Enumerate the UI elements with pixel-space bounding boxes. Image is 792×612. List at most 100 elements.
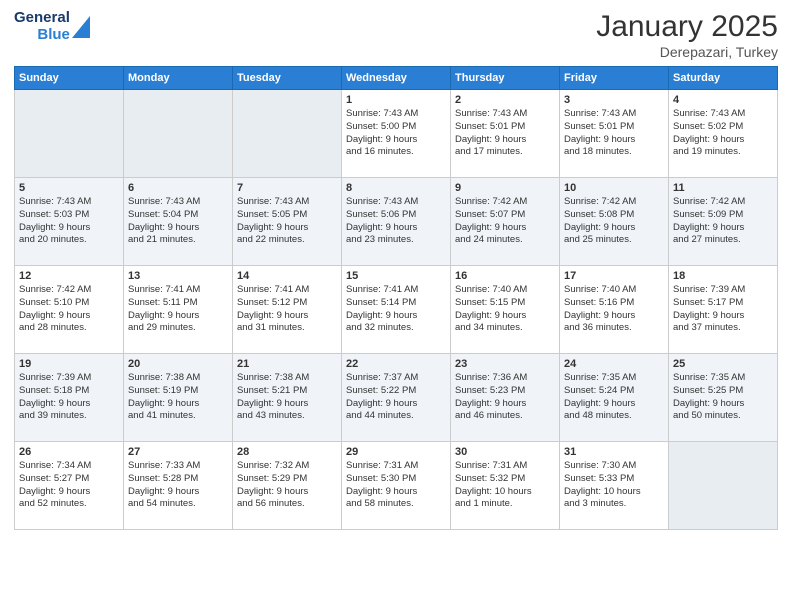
cell-text: and 37 minutes. [673,322,773,335]
cell-text: and 50 minutes. [673,410,773,423]
col-friday: Friday [560,67,669,90]
cell-text: Sunrise: 7:43 AM [346,196,446,209]
calendar-cell: 25Sunrise: 7:35 AMSunset: 5:25 PMDayligh… [669,354,778,442]
cell-text: and 24 minutes. [455,234,555,247]
cell-text: Daylight: 10 hours [455,486,555,499]
cell-text: Daylight: 9 hours [673,134,773,147]
cell-text: Daylight: 9 hours [673,398,773,411]
day-number: 6 [128,182,228,194]
month-year: January 2025 [596,10,778,44]
cell-text: Sunrise: 7:43 AM [564,108,664,121]
cell-text: Sunset: 5:17 PM [673,297,773,310]
cell-text: Daylight: 9 hours [673,222,773,235]
cell-text: and 39 minutes. [19,410,119,423]
header: General Blue January 2025 Derepazari, Tu… [14,10,778,60]
calendar-cell: 13Sunrise: 7:41 AMSunset: 5:11 PMDayligh… [124,266,233,354]
calendar-header-row: Sunday Monday Tuesday Wednesday Thursday… [15,67,778,90]
cell-text: Daylight: 9 hours [19,398,119,411]
cell-text: Sunset: 5:27 PM [19,473,119,486]
calendar-cell [124,90,233,178]
day-number: 29 [346,446,446,458]
cell-text: Sunrise: 7:43 AM [19,196,119,209]
cell-text: Daylight: 9 hours [564,398,664,411]
cell-text: Daylight: 9 hours [455,222,555,235]
cell-text: Daylight: 9 hours [455,134,555,147]
cell-text: Sunrise: 7:41 AM [237,284,337,297]
col-thursday: Thursday [451,67,560,90]
cell-text: and 25 minutes. [564,234,664,247]
cell-text: Sunset: 5:01 PM [564,121,664,134]
day-number: 21 [237,358,337,370]
cell-text: and 36 minutes. [564,322,664,335]
cell-text: Sunrise: 7:43 AM [455,108,555,121]
day-number: 28 [237,446,337,458]
cell-text: Daylight: 9 hours [455,310,555,323]
calendar-cell: 10Sunrise: 7:42 AMSunset: 5:08 PMDayligh… [560,178,669,266]
col-sunday: Sunday [15,67,124,90]
cell-text: Sunrise: 7:35 AM [564,372,664,385]
calendar-cell [669,442,778,530]
calendar-cell: 11Sunrise: 7:42 AMSunset: 5:09 PMDayligh… [669,178,778,266]
cell-text: and 16 minutes. [346,146,446,159]
cell-text: Daylight: 9 hours [346,134,446,147]
cell-text: and 28 minutes. [19,322,119,335]
calendar-cell: 20Sunrise: 7:38 AMSunset: 5:19 PMDayligh… [124,354,233,442]
day-number: 13 [128,270,228,282]
calendar-cell: 4Sunrise: 7:43 AMSunset: 5:02 PMDaylight… [669,90,778,178]
calendar-cell: 8Sunrise: 7:43 AMSunset: 5:06 PMDaylight… [342,178,451,266]
logo: General Blue [14,10,90,43]
calendar-week-row: 26Sunrise: 7:34 AMSunset: 5:27 PMDayligh… [15,442,778,530]
cell-text: Sunset: 5:16 PM [564,297,664,310]
cell-text: and 54 minutes. [128,498,228,511]
day-number: 16 [455,270,555,282]
cell-text: Sunset: 5:15 PM [455,297,555,310]
day-number: 24 [564,358,664,370]
cell-text: Sunrise: 7:42 AM [19,284,119,297]
cell-text: and 22 minutes. [237,234,337,247]
cell-text: Daylight: 9 hours [237,222,337,235]
cell-text: Sunset: 5:02 PM [673,121,773,134]
calendar-cell: 28Sunrise: 7:32 AMSunset: 5:29 PMDayligh… [233,442,342,530]
cell-text: Sunset: 5:08 PM [564,209,664,222]
calendar-cell: 26Sunrise: 7:34 AMSunset: 5:27 PMDayligh… [15,442,124,530]
day-number: 20 [128,358,228,370]
cell-text: Daylight: 9 hours [346,486,446,499]
day-number: 14 [237,270,337,282]
calendar-cell: 5Sunrise: 7:43 AMSunset: 5:03 PMDaylight… [15,178,124,266]
calendar-week-row: 12Sunrise: 7:42 AMSunset: 5:10 PMDayligh… [15,266,778,354]
cell-text: and 17 minutes. [455,146,555,159]
calendar-week-row: 1Sunrise: 7:43 AMSunset: 5:00 PMDaylight… [15,90,778,178]
calendar-cell: 6Sunrise: 7:43 AMSunset: 5:04 PMDaylight… [124,178,233,266]
cell-text: and 1 minute. [455,498,555,511]
cell-text: Sunset: 5:03 PM [19,209,119,222]
day-number: 25 [673,358,773,370]
cell-text: Sunset: 5:23 PM [455,385,555,398]
cell-text: Sunrise: 7:33 AM [128,460,228,473]
cell-text: Sunrise: 7:31 AM [346,460,446,473]
calendar-cell: 27Sunrise: 7:33 AMSunset: 5:28 PMDayligh… [124,442,233,530]
cell-text: Daylight: 9 hours [346,310,446,323]
cell-text: Sunrise: 7:40 AM [455,284,555,297]
cell-text: Sunset: 5:06 PM [346,209,446,222]
cell-text: and 41 minutes. [128,410,228,423]
cell-text: Daylight: 9 hours [128,222,228,235]
calendar-cell: 22Sunrise: 7:37 AMSunset: 5:22 PMDayligh… [342,354,451,442]
day-number: 4 [673,94,773,106]
cell-text: Sunset: 5:24 PM [564,385,664,398]
cell-text: and 46 minutes. [455,410,555,423]
cell-text: and 23 minutes. [346,234,446,247]
cell-text: Sunset: 5:25 PM [673,385,773,398]
cell-text: Sunrise: 7:32 AM [237,460,337,473]
day-number: 11 [673,182,773,194]
cell-text: Sunset: 5:19 PM [128,385,228,398]
cell-text: and 27 minutes. [673,234,773,247]
calendar-cell: 19Sunrise: 7:39 AMSunset: 5:18 PMDayligh… [15,354,124,442]
cell-text: Sunrise: 7:39 AM [19,372,119,385]
cell-text: Sunrise: 7:31 AM [455,460,555,473]
calendar-cell: 12Sunrise: 7:42 AMSunset: 5:10 PMDayligh… [15,266,124,354]
cell-text: and 21 minutes. [128,234,228,247]
calendar-cell: 29Sunrise: 7:31 AMSunset: 5:30 PMDayligh… [342,442,451,530]
location: Derepazari, Turkey [596,44,778,60]
cell-text: and 32 minutes. [346,322,446,335]
day-number: 30 [455,446,555,458]
